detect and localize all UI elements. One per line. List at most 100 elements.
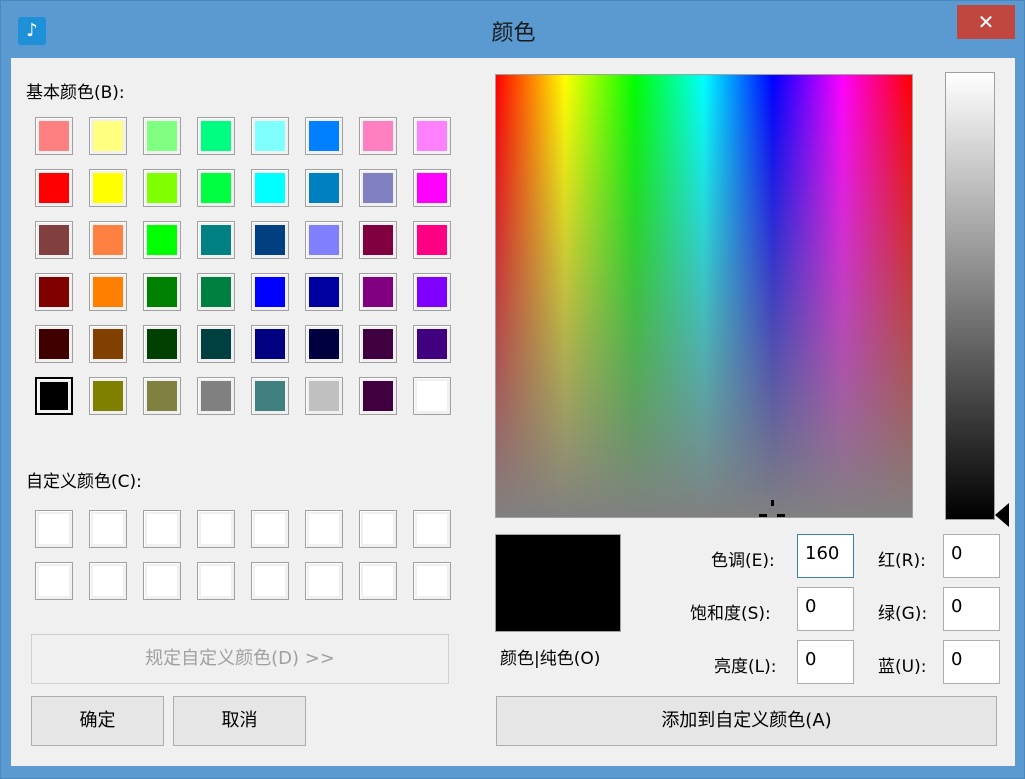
- swatch-fill: [147, 514, 177, 544]
- basic-color-swatch-0-6[interactable]: [359, 117, 397, 155]
- basic-color-swatch-4-1[interactable]: [89, 325, 127, 363]
- custom-color-swatch-1-6[interactable]: [359, 562, 397, 600]
- hue-input[interactable]: 160: [797, 534, 854, 578]
- basic-color-swatch-0-3[interactable]: [197, 117, 235, 155]
- swatch-fill: [39, 329, 69, 359]
- swatch-fill: [417, 225, 447, 255]
- basic-color-swatch-2-7[interactable]: [413, 221, 451, 259]
- basic-color-swatch-2-4[interactable]: [251, 221, 289, 259]
- saturation-input[interactable]: 0: [797, 587, 854, 631]
- basic-color-swatch-4-3[interactable]: [197, 325, 235, 363]
- basic-color-swatch-3-0[interactable]: [35, 273, 73, 311]
- green-input[interactable]: 0: [943, 587, 1000, 631]
- custom-color-swatch-0-4[interactable]: [251, 510, 289, 548]
- swatch-fill: [309, 381, 339, 411]
- basic-color-swatch-4-4[interactable]: [251, 325, 289, 363]
- luminance-input[interactable]: 0: [797, 640, 854, 684]
- basic-color-swatch-4-0[interactable]: [35, 325, 73, 363]
- basic-color-swatch-4-7[interactable]: [413, 325, 451, 363]
- basic-color-swatch-1-6[interactable]: [359, 169, 397, 207]
- basic-color-swatch-3-2[interactable]: [143, 273, 181, 311]
- swatch-fill: [201, 277, 231, 307]
- basic-color-swatch-2-2[interactable]: [143, 221, 181, 259]
- basic-color-swatch-5-0[interactable]: [35, 377, 73, 415]
- swatch-fill: [201, 225, 231, 255]
- basic-color-swatch-3-5[interactable]: [305, 273, 343, 311]
- basic-color-swatch-2-3[interactable]: [197, 221, 235, 259]
- basic-color-swatch-4-5[interactable]: [305, 325, 343, 363]
- basic-color-swatch-0-5[interactable]: [305, 117, 343, 155]
- basic-color-swatch-2-6[interactable]: [359, 221, 397, 259]
- swatch-fill: [40, 382, 68, 410]
- basic-color-swatch-0-4[interactable]: [251, 117, 289, 155]
- basic-color-swatch-1-2[interactable]: [143, 169, 181, 207]
- custom-color-swatch-1-1[interactable]: [89, 562, 127, 600]
- custom-color-swatch-1-0[interactable]: [35, 562, 73, 600]
- swatch-fill: [417, 514, 447, 544]
- swatch-fill: [93, 121, 123, 151]
- custom-color-swatch-0-5[interactable]: [305, 510, 343, 548]
- basic-color-swatch-1-3[interactable]: [197, 169, 235, 207]
- swatch-fill: [309, 277, 339, 307]
- red-input[interactable]: 0: [943, 534, 1000, 578]
- define-custom-colors-button[interactable]: 规定自定义颜色(D) >>: [31, 634, 449, 684]
- add-to-custom-colors-button[interactable]: 添加到自定义颜色(A): [496, 696, 997, 746]
- custom-color-swatch-0-3[interactable]: [197, 510, 235, 548]
- swatch-fill: [147, 381, 177, 411]
- swatch-fill: [39, 121, 69, 151]
- custom-color-swatch-0-2[interactable]: [143, 510, 181, 548]
- basic-color-swatch-3-4[interactable]: [251, 273, 289, 311]
- close-button[interactable]: ✕: [957, 5, 1015, 39]
- luminance-slider[interactable]: [945, 72, 995, 520]
- basic-color-swatch-5-2[interactable]: [143, 377, 181, 415]
- basic-color-swatch-5-3[interactable]: [197, 377, 235, 415]
- custom-color-swatch-0-0[interactable]: [35, 510, 73, 548]
- swatch-fill: [309, 329, 339, 359]
- swatch-fill: [39, 173, 69, 203]
- basic-color-swatch-4-2[interactable]: [143, 325, 181, 363]
- ok-button[interactable]: 确定: [31, 696, 164, 746]
- custom-color-swatch-1-2[interactable]: [143, 562, 181, 600]
- custom-color-swatch-0-1[interactable]: [89, 510, 127, 548]
- color-spectrum[interactable]: [495, 74, 913, 518]
- basic-color-swatch-5-1[interactable]: [89, 377, 127, 415]
- basic-color-swatch-1-4[interactable]: [251, 169, 289, 207]
- dialog-title: 颜色: [491, 21, 536, 46]
- basic-color-swatch-5-7[interactable]: [413, 377, 451, 415]
- basic-color-swatch-1-1[interactable]: [89, 169, 127, 207]
- custom-color-swatch-1-3[interactable]: [197, 562, 235, 600]
- basic-color-swatch-3-1[interactable]: [89, 273, 127, 311]
- custom-color-swatch-0-6[interactable]: [359, 510, 397, 548]
- basic-color-swatch-5-4[interactable]: [251, 377, 289, 415]
- basic-color-swatch-0-0[interactable]: [35, 117, 73, 155]
- basic-color-swatch-0-2[interactable]: [143, 117, 181, 155]
- swatch-fill: [93, 225, 123, 255]
- basic-color-swatch-5-5[interactable]: [305, 377, 343, 415]
- luminance-arrow-icon[interactable]: [995, 503, 1009, 527]
- saturation-label: 饱和度(S):: [690, 604, 771, 624]
- custom-color-swatch-1-7[interactable]: [413, 562, 451, 600]
- swatch-fill: [147, 121, 177, 151]
- color-solid-label[interactable]: 颜色|纯色(O): [500, 644, 600, 669]
- basic-color-swatch-1-5[interactable]: [305, 169, 343, 207]
- basic-color-swatch-5-6[interactable]: [359, 377, 397, 415]
- basic-color-swatch-4-6[interactable]: [359, 325, 397, 363]
- basic-color-swatch-3-7[interactable]: [413, 273, 451, 311]
- basic-color-swatch-2-0[interactable]: [35, 221, 73, 259]
- basic-color-swatch-3-3[interactable]: [197, 273, 235, 311]
- swatch-fill: [147, 225, 177, 255]
- basic-color-swatch-3-6[interactable]: [359, 273, 397, 311]
- custom-color-swatch-1-4[interactable]: [251, 562, 289, 600]
- basic-color-swatch-0-7[interactable]: [413, 117, 451, 155]
- basic-color-swatch-0-1[interactable]: [89, 117, 127, 155]
- blue-input[interactable]: 0: [943, 640, 1000, 684]
- custom-color-swatch-0-7[interactable]: [413, 510, 451, 548]
- cancel-button[interactable]: 取消: [173, 696, 306, 746]
- custom-color-swatch-1-5[interactable]: [305, 562, 343, 600]
- basic-color-swatch-1-7[interactable]: [413, 169, 451, 207]
- color-dialog: ♪ 颜色 ✕ 基本颜色(B): 自定义颜色(C): 规定自定义颜色(D) >> …: [0, 0, 1025, 779]
- basic-color-swatch-2-1[interactable]: [89, 221, 127, 259]
- basic-color-swatch-2-5[interactable]: [305, 221, 343, 259]
- red-label: 红(R):: [878, 551, 926, 571]
- basic-color-swatch-1-0[interactable]: [35, 169, 73, 207]
